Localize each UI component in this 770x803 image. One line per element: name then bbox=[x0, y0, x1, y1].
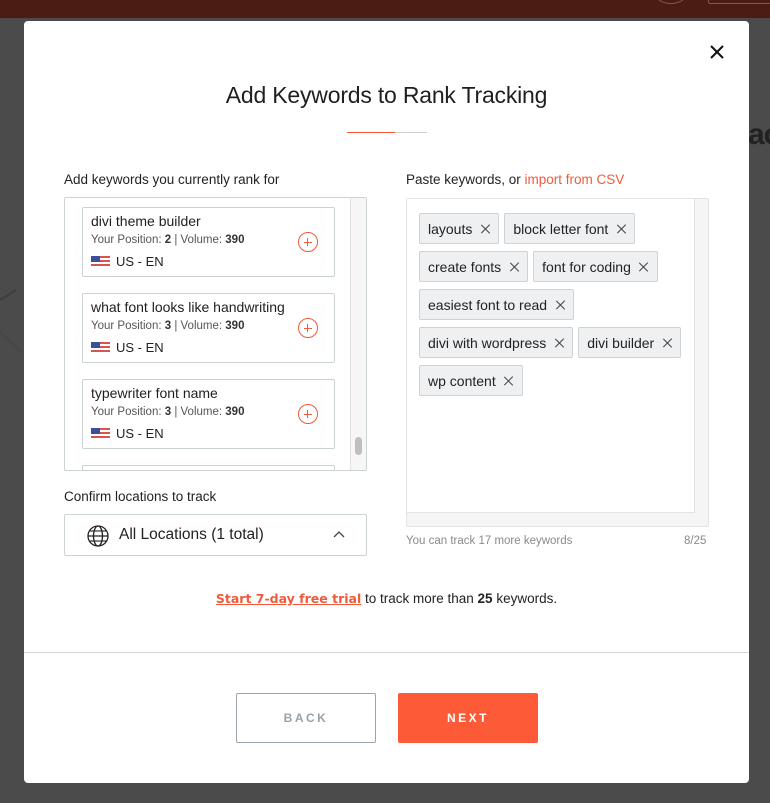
background-decoration bbox=[0, 289, 23, 353]
keyword-location: US - EN bbox=[91, 254, 164, 269]
header-search-input[interactable] bbox=[708, 0, 770, 4]
remove-tag-icon[interactable] bbox=[639, 262, 649, 272]
keyword-tag: layouts bbox=[419, 213, 500, 244]
keyword-card-partial bbox=[82, 465, 335, 470]
keyword-card: what font looks like handwriting Your Po… bbox=[82, 293, 335, 363]
keyword-tag-label: create fonts bbox=[428, 258, 502, 275]
keyword-location: US - EN bbox=[91, 426, 164, 441]
chevron-up-icon bbox=[333, 531, 345, 538]
keyword-tags: layouts block letter font create fonts font… bbox=[419, 213, 689, 396]
keyword-tag-label: easiest font to read bbox=[428, 296, 548, 313]
locations-label: Confirm locations to track bbox=[64, 489, 217, 504]
keyword-name: what font looks like handwriting bbox=[91, 299, 285, 315]
back-button[interactable]: BACK bbox=[236, 693, 376, 743]
remove-tag-icon[interactable] bbox=[616, 224, 626, 234]
keyword-meta: Your Position: 3 | Volume: 390 bbox=[91, 406, 245, 418]
keyword-card: divi theme builder Your Position: 2 | Vo… bbox=[82, 207, 335, 277]
keyword-meta: Your Position: 3 | Volume: 390 bbox=[91, 320, 245, 332]
add-keywords-modal: Add Keywords to Rank Tracking Add keywor… bbox=[24, 21, 749, 783]
next-button[interactable]: NEXT bbox=[398, 693, 538, 743]
import-csv-link[interactable]: import from CSV bbox=[525, 172, 625, 187]
keyword-tag-input-area[interactable]: layouts block letter font create fonts font… bbox=[407, 199, 695, 513]
keyword-tag: divi builder bbox=[578, 327, 682, 358]
remove-tag-icon[interactable] bbox=[554, 338, 564, 348]
keyword-tag-label: divi builder bbox=[587, 334, 655, 351]
keyword-name: typewriter font name bbox=[91, 385, 218, 401]
remaining-keywords-hint: You can track 17 more keywords bbox=[406, 535, 573, 547]
start-trial-link[interactable]: Start 7-day free trial bbox=[216, 591, 361, 606]
keyword-list-scroll-thumb[interactable] bbox=[355, 437, 362, 455]
paste-keywords-label: Paste keywords, or import from CSV bbox=[406, 172, 625, 187]
keyword-tag: easiest font to read bbox=[419, 289, 575, 320]
keyword-tag: font for coding bbox=[533, 251, 658, 282]
add-keyword-button[interactable] bbox=[298, 318, 318, 338]
remove-tag-icon[interactable] bbox=[662, 338, 672, 348]
keyword-count: 8/25 bbox=[684, 535, 707, 547]
keyword-meta: Your Position: 2 | Volume: 390 bbox=[91, 234, 245, 246]
user-avatar[interactable] bbox=[656, 0, 686, 4]
keyword-tag-label: font for coding bbox=[542, 258, 631, 275]
keyword-name: divi theme builder bbox=[91, 213, 201, 229]
globe-icon bbox=[87, 525, 109, 547]
keyword-tag: wp content bbox=[419, 365, 523, 396]
remove-tag-icon[interactable] bbox=[504, 376, 514, 386]
locations-dropdown[interactable]: All Locations (1 total) bbox=[64, 514, 367, 556]
ranked-keywords-list[interactable]: divi theme builder Your Position: 2 | Vo… bbox=[64, 197, 367, 471]
step-progress-fill bbox=[347, 132, 395, 133]
ranked-keywords-label: Add keywords you currently rank for bbox=[64, 172, 280, 187]
add-keyword-button[interactable] bbox=[298, 232, 318, 252]
keyword-tag-label: layouts bbox=[428, 220, 473, 237]
remove-tag-icon[interactable] bbox=[555, 300, 565, 310]
add-keyword-button[interactable] bbox=[298, 404, 318, 424]
keyword-tag-input[interactable]: layouts block letter font create fonts font… bbox=[406, 198, 709, 527]
step-progress-bar bbox=[347, 132, 427, 133]
keyword-list-scrollbar[interactable] bbox=[350, 198, 366, 470]
keyword-card: typewriter font name Your Position: 3 | … bbox=[82, 379, 335, 449]
close-icon[interactable] bbox=[708, 43, 726, 61]
us-flag-icon bbox=[91, 427, 110, 440]
app-header-bar bbox=[0, 0, 770, 18]
keyword-tag: create fonts bbox=[419, 251, 529, 282]
modal-title: Add Keywords to Rank Tracking bbox=[225, 82, 548, 108]
locations-value: All Locations (1 total) bbox=[119, 526, 264, 543]
keyword-tag: divi with wordpress bbox=[419, 327, 574, 358]
footer-divider bbox=[24, 652, 749, 653]
us-flag-icon bbox=[91, 341, 110, 354]
keyword-tag-label: divi with wordpress bbox=[428, 334, 547, 351]
keyword-location: US - EN bbox=[91, 340, 164, 355]
us-flag-icon bbox=[91, 255, 110, 268]
keyword-tag-label: wp content bbox=[428, 372, 496, 389]
keyword-tag-label: block letter font bbox=[513, 220, 609, 237]
remove-tag-icon[interactable] bbox=[480, 224, 490, 234]
background-heading-fragment: ac bbox=[748, 118, 770, 151]
trial-upsell: Start 7-day free trial to track more tha… bbox=[215, 591, 558, 606]
keyword-tag: block letter font bbox=[504, 213, 636, 244]
remove-tag-icon[interactable] bbox=[509, 262, 519, 272]
